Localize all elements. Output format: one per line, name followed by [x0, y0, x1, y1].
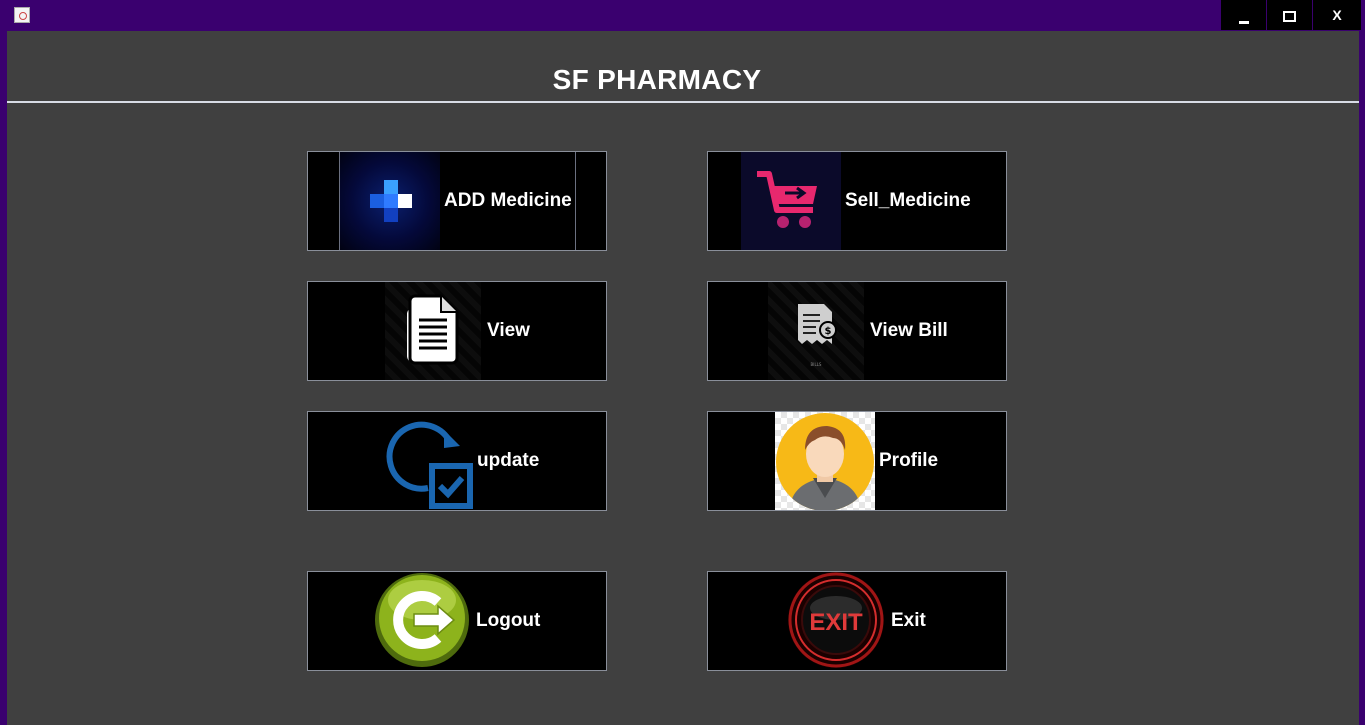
- close-icon: X: [1332, 7, 1342, 23]
- document-icon: [385, 282, 481, 380]
- user-avatar-icon: [775, 412, 875, 511]
- update-button[interactable]: update: [307, 411, 607, 511]
- update-label: update: [477, 450, 540, 471]
- minimize-icon: [1238, 21, 1249, 24]
- exit-button[interactable]: EXIT Exit: [707, 571, 1007, 671]
- maximize-button[interactable]: [1267, 0, 1312, 30]
- close-button[interactable]: X: [1313, 0, 1361, 30]
- window-titlebar[interactable]: X: [0, 0, 1365, 31]
- svg-text:$: $: [825, 326, 832, 337]
- view-label: View: [487, 320, 530, 341]
- bills-caption: BILLS: [811, 362, 822, 367]
- main-panel: SF PHARMACY ADD Medicine Sell_Medicine V…: [7, 31, 1359, 725]
- logout-power-icon: [372, 572, 472, 670]
- view-button[interactable]: View: [307, 281, 607, 381]
- bill-receipt-icon: $ BILLS: [768, 282, 864, 380]
- exit-button-icon: EXIT: [786, 572, 886, 670]
- profile-button[interactable]: Profile: [707, 411, 1007, 511]
- view-bill-button[interactable]: $ BILLS View Bill: [707, 281, 1007, 381]
- java-app-icon: [14, 7, 30, 23]
- tile-divider: [575, 152, 576, 250]
- profile-label: Profile: [879, 450, 939, 471]
- maximize-icon: [1283, 11, 1296, 22]
- refresh-check-icon: [384, 420, 476, 512]
- page-title: SF PHARMACY: [552, 64, 762, 95]
- medical-cross-icon: [339, 152, 440, 250]
- header-divider: [7, 101, 1359, 103]
- exit-label: Exit: [891, 610, 926, 631]
- sell-medicine-button[interactable]: Sell_Medicine: [707, 151, 1007, 251]
- minimize-button[interactable]: [1221, 0, 1266, 30]
- add-medicine-label: ADD Medicine: [444, 190, 572, 211]
- view-bill-label: View Bill: [870, 320, 948, 341]
- add-medicine-button[interactable]: ADD Medicine: [307, 151, 607, 251]
- logout-button[interactable]: Logout: [307, 571, 607, 671]
- logout-label: Logout: [476, 610, 541, 631]
- exit-art-text: EXIT: [809, 609, 863, 636]
- sell-medicine-label: Sell_Medicine: [845, 190, 971, 211]
- shopping-cart-icon: [741, 152, 841, 250]
